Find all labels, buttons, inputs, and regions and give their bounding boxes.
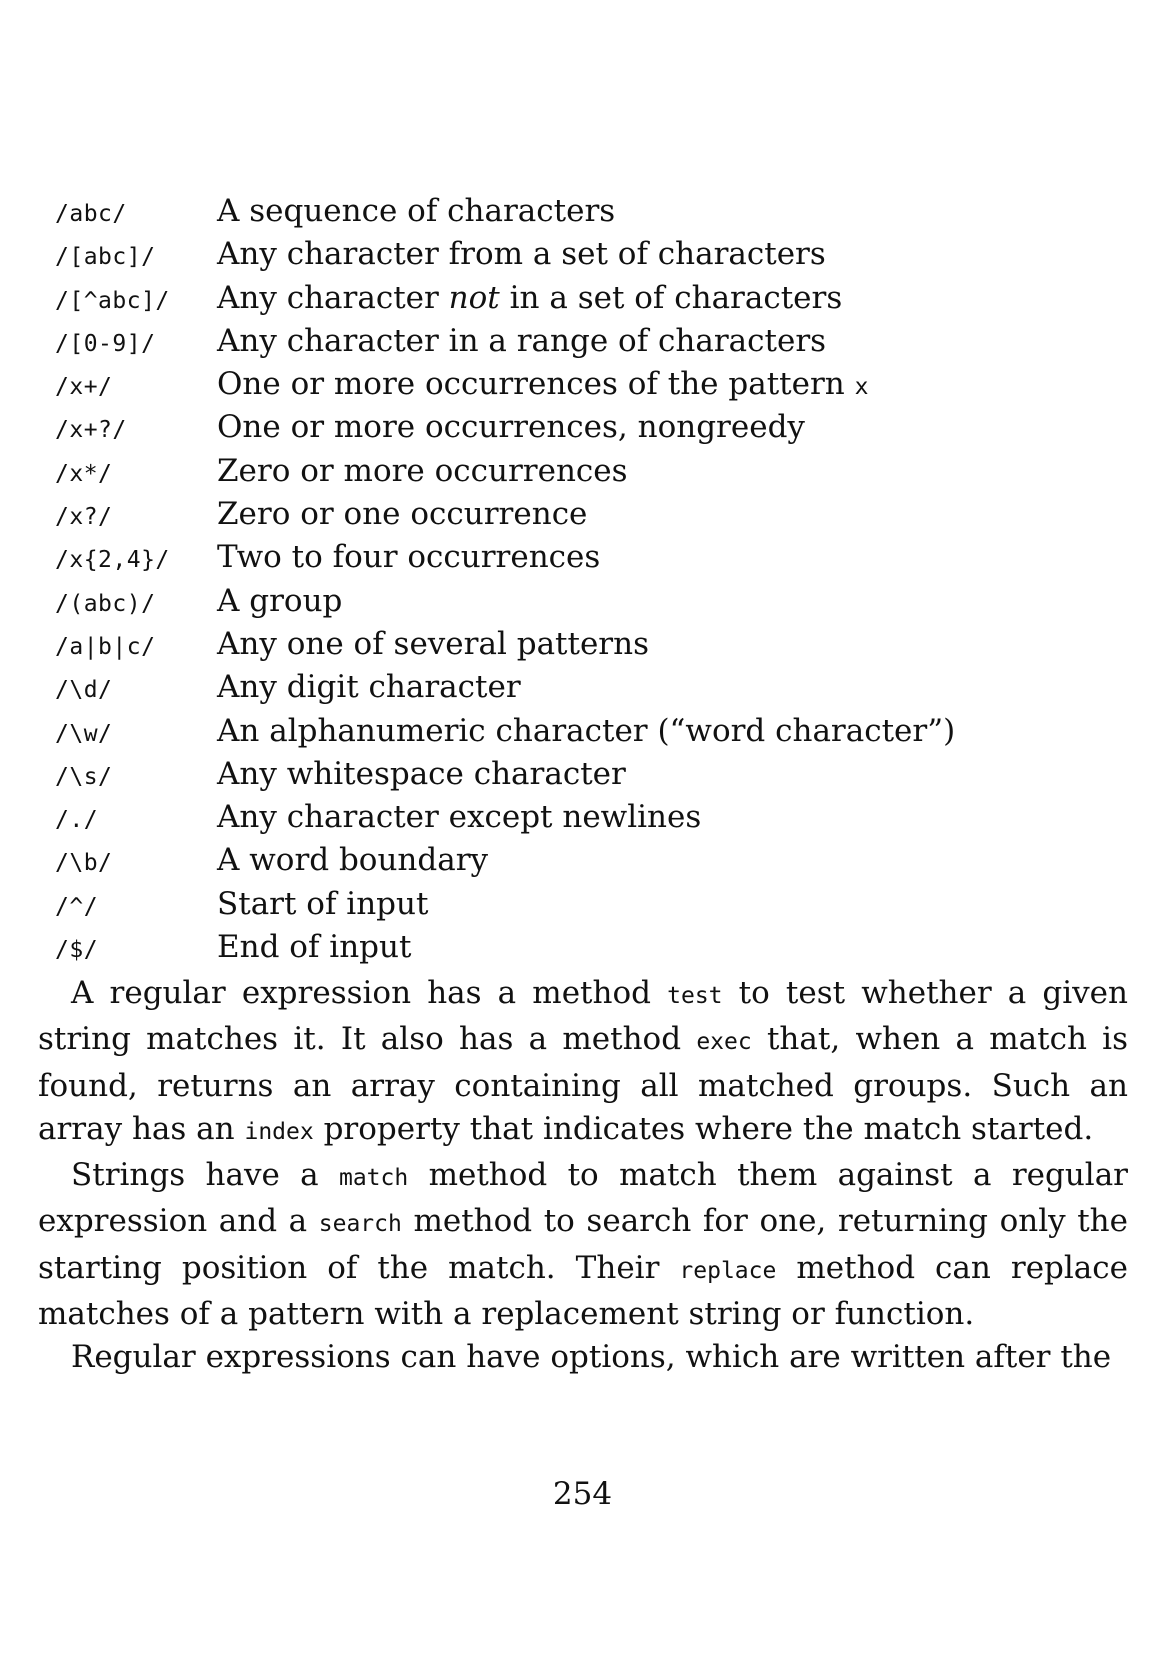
book-page: /abc/ A sequence of characters /[abc]/ A… — [0, 0, 1165, 1654]
regex-pattern: /[abc]/ — [55, 244, 156, 271]
regex-description: Any character in a range of characters — [217, 322, 827, 359]
regex-pattern: /\w/ — [55, 720, 113, 747]
body-text: A regular expression has a method test t… — [38, 972, 1128, 1380]
inline-code: replace — [679, 1257, 777, 1284]
table-row: /\s/ Any whitespace character — [55, 756, 1115, 799]
table-row: /x*/ Zero or more occurrences — [55, 453, 1115, 496]
table-row: /x+/ One or more occurrences of the patt… — [55, 366, 1115, 409]
inline-code: search — [318, 1211, 402, 1238]
inline-code: x — [854, 374, 869, 401]
regex-description: Any digit character — [217, 669, 521, 706]
table-row: /^/ Start of input — [55, 886, 1115, 929]
paragraph-text: property that indicates where the match … — [313, 1110, 1094, 1147]
regex-description: Any character except newlines — [217, 799, 702, 836]
regex-pattern: /\b/ — [55, 850, 113, 877]
regex-pattern: /x+/ — [55, 374, 113, 401]
regex-description: Any one of several patterns — [217, 625, 650, 662]
regex-summary-table: /abc/ A sequence of characters /[abc]/ A… — [55, 193, 1115, 972]
table-row: /x?/ Zero or one occurrence — [55, 496, 1115, 539]
regex-description: Two to four occurrences — [217, 539, 601, 576]
paragraph: A regular expression has a method test t… — [38, 972, 1128, 1154]
paragraph-text: A regular expression has a method — [71, 975, 668, 1011]
table-row: /\d/ Any digit character — [55, 669, 1115, 712]
regex-pattern: /^/ — [55, 893, 99, 920]
inline-code: exec — [696, 1029, 752, 1056]
regex-description: One or more occurrences of the pattern x — [217, 366, 868, 402]
regex-description: One or more occurrences, nongreedy — [217, 409, 805, 446]
regex-pattern: /(abc)/ — [55, 590, 156, 617]
regex-description: A word boundary — [217, 842, 489, 879]
regex-description: End of input — [217, 929, 412, 966]
table-row: /\b/ A word boundary — [55, 842, 1115, 885]
description-text: One or more occurrences of the pattern — [217, 366, 855, 403]
paragraph-text: Regular expressions can have options, wh… — [71, 1339, 1112, 1376]
table-row: /[0-9]/ Any character in a range of char… — [55, 323, 1115, 366]
table-row: /[abc]/ Any character from a set of char… — [55, 236, 1115, 279]
regex-pattern: /[0-9]/ — [55, 330, 156, 357]
regex-description: A sequence of characters — [217, 193, 616, 229]
page-number: 254 — [552, 1476, 613, 1512]
regex-pattern: /x*/ — [55, 460, 113, 487]
regex-pattern: /x?/ — [55, 504, 113, 531]
table-row: /abc/ A sequence of characters — [55, 193, 1115, 236]
regex-pattern: /\s/ — [55, 763, 113, 790]
regex-description: Any character not in a set of characters — [217, 280, 842, 316]
regex-description: A group — [217, 582, 343, 619]
regex-pattern: /\d/ — [55, 677, 113, 704]
table-row: /a|b|c/ Any one of several patterns — [55, 626, 1115, 669]
table-row: /$/ End of input — [55, 929, 1115, 972]
regex-pattern: /$/ — [55, 937, 99, 964]
regex-description: Zero or one occurrence — [217, 496, 588, 533]
paragraph: Regular expressions can have options, wh… — [38, 1336, 1128, 1379]
paragraph-text: Strings have a — [71, 1157, 339, 1194]
paragraph: Strings have a match method to match the… — [38, 1154, 1128, 1336]
emphasis-text: not — [448, 279, 500, 316]
inline-code: test — [667, 983, 723, 1009]
table-row: /x+?/ One or more occurrences, nongreedy — [55, 409, 1115, 452]
inline-code: match — [338, 1165, 409, 1192]
table-row: /\w/ An alphanumeric character (“word ch… — [55, 713, 1115, 756]
regex-description: Any whitespace character — [217, 755, 626, 792]
regex-pattern: /./ — [55, 807, 99, 834]
table-row: /(abc)/ A group — [55, 583, 1115, 626]
regex-description: Any character from a set of characters — [217, 236, 826, 273]
regex-description: Start of input — [217, 885, 429, 922]
regex-description: Zero or more occurrences — [217, 452, 628, 489]
regex-pattern: /[^abc]/ — [55, 287, 170, 314]
regex-pattern: /abc/ — [55, 201, 127, 227]
description-text: in a set of characters — [499, 279, 843, 316]
table-row: /[^abc]/ Any character not in a set of c… — [55, 280, 1115, 323]
inline-code: index — [244, 1118, 314, 1145]
description-text: Any character — [217, 279, 449, 316]
regex-pattern: /a|b|c/ — [55, 633, 156, 660]
regex-pattern: /x+?/ — [55, 417, 127, 444]
regex-description: An alphanumeric character (“word charact… — [217, 712, 956, 749]
regex-pattern: /x{2,4}/ — [55, 547, 170, 574]
table-row: /./ Any character except newlines — [55, 799, 1115, 842]
table-row: /x{2,4}/ Two to four occurrences — [55, 539, 1115, 582]
